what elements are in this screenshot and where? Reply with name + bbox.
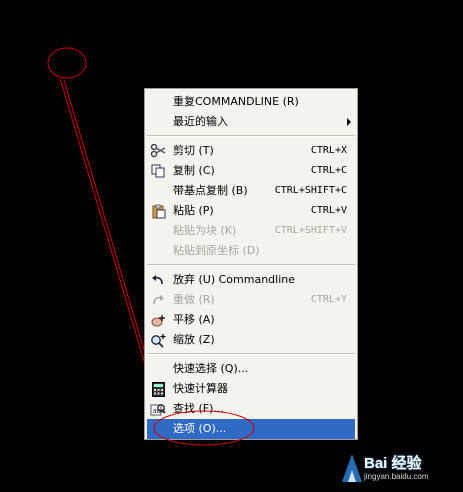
menu-item-shortcut: CTRL+C bbox=[310, 165, 347, 176]
menu-item-cut[interactable]: 剪切 (T) CTRL+X bbox=[147, 141, 355, 161]
menu-item-undo[interactable]: 放弃 (U) Commandline bbox=[147, 270, 355, 290]
menu-item-label: 快速计算器 bbox=[173, 382, 228, 395]
menu-separator bbox=[147, 264, 355, 266]
menu-item-copy[interactable]: 复制 (C) CTRL+C bbox=[147, 161, 355, 181]
menu-item-label: 快速选择 (Q)... bbox=[173, 362, 249, 375]
menu-item-redo[interactable]: 重做 (R) CTRL+Y bbox=[147, 290, 355, 310]
menu-separator bbox=[147, 135, 355, 137]
menu-item-paste-as-block[interactable]: 粘贴为块 (K) CTRL+SHIFT+V bbox=[147, 221, 355, 241]
menu-item-zoom[interactable]: 缩放 (Z) bbox=[147, 330, 355, 350]
menu-item-options[interactable]: 选项 (O)... bbox=[147, 419, 355, 439]
menu-item-shortcut: CTRL+V bbox=[310, 205, 347, 216]
watermark-text: Bai 经验 bbox=[364, 455, 422, 472]
menu-item-shortcut: CTRL+Y bbox=[310, 294, 347, 305]
redo-icon bbox=[147, 290, 169, 310]
find-icon: abc bbox=[147, 399, 169, 419]
menu-item-repeat-commandline[interactable]: 重复COMMANDLINE (R) bbox=[147, 92, 355, 112]
undo-icon bbox=[147, 270, 169, 290]
menu-item-paste[interactable]: 粘贴 (P) CTRL+V bbox=[147, 201, 355, 221]
menu-item-shortcut: CTRL+SHIFT+C bbox=[274, 185, 347, 196]
context-menu: 重复COMMANDLINE (R) 最近的输入 剪切 (T) CTRL+X 复制… bbox=[144, 88, 358, 440]
menu-item-quick-calculator[interactable]: 快速计算器 bbox=[147, 379, 355, 399]
menu-item-label: 粘贴 (P) bbox=[173, 204, 214, 217]
menu-item-find[interactable]: abc 查找 (F)... bbox=[147, 399, 355, 419]
menu-item-label: 重做 (R) bbox=[173, 293, 215, 306]
menu-item-label: 粘贴到原坐标 (D) bbox=[173, 244, 260, 257]
menu-item-shortcut: CTRL+SHIFT+V bbox=[274, 225, 347, 236]
menu-item-quick-select[interactable]: 快速选择 (Q)... bbox=[147, 359, 355, 379]
menu-item-label: 粘贴为块 (K) bbox=[173, 224, 237, 237]
menu-item-label: 缩放 (Z) bbox=[173, 333, 215, 346]
menu-item-paste-to-original-coordinates[interactable]: 粘贴到原坐标 (D) bbox=[147, 241, 355, 261]
menu-item-label: 剪切 (T) bbox=[173, 144, 214, 157]
menu-item-shortcut: CTRL+X bbox=[310, 145, 347, 156]
menu-item-label: 平移 (A) bbox=[173, 313, 215, 326]
menu-item-label: 选项 (O)... bbox=[173, 422, 227, 435]
menu-item-recent-input[interactable]: 最近的输入 bbox=[147, 112, 355, 132]
menu-item-label: 放弃 (U) Commandline bbox=[173, 273, 296, 286]
annotation-circle-top bbox=[47, 47, 87, 79]
menu-item-label: 带基点复制 (B) bbox=[173, 184, 248, 197]
watermark-url: jingyan.baidu.com bbox=[364, 472, 429, 481]
zoom-icon bbox=[147, 330, 169, 350]
menu-item-label: 查找 (F)... bbox=[173, 402, 224, 415]
menu-item-copy-with-basepoint[interactable]: 带基点复制 (B) CTRL+SHIFT+C bbox=[147, 181, 355, 201]
watermark: Bai 经验 jingyan.baidu.com bbox=[340, 448, 460, 488]
paste-icon bbox=[147, 201, 169, 221]
calculator-icon bbox=[147, 379, 169, 399]
pan-icon bbox=[147, 310, 169, 330]
menu-item-label: 复制 (C) bbox=[173, 164, 215, 177]
menu-item-label: 最近的输入 bbox=[173, 115, 228, 128]
menu-item-pan[interactable]: 平移 (A) bbox=[147, 310, 355, 330]
scissors-icon bbox=[147, 141, 169, 161]
copy-icon bbox=[147, 161, 169, 181]
menu-separator bbox=[147, 353, 355, 355]
menu-item-label: 重复COMMANDLINE (R) bbox=[173, 95, 299, 108]
submenu-arrow-icon bbox=[347, 118, 351, 126]
